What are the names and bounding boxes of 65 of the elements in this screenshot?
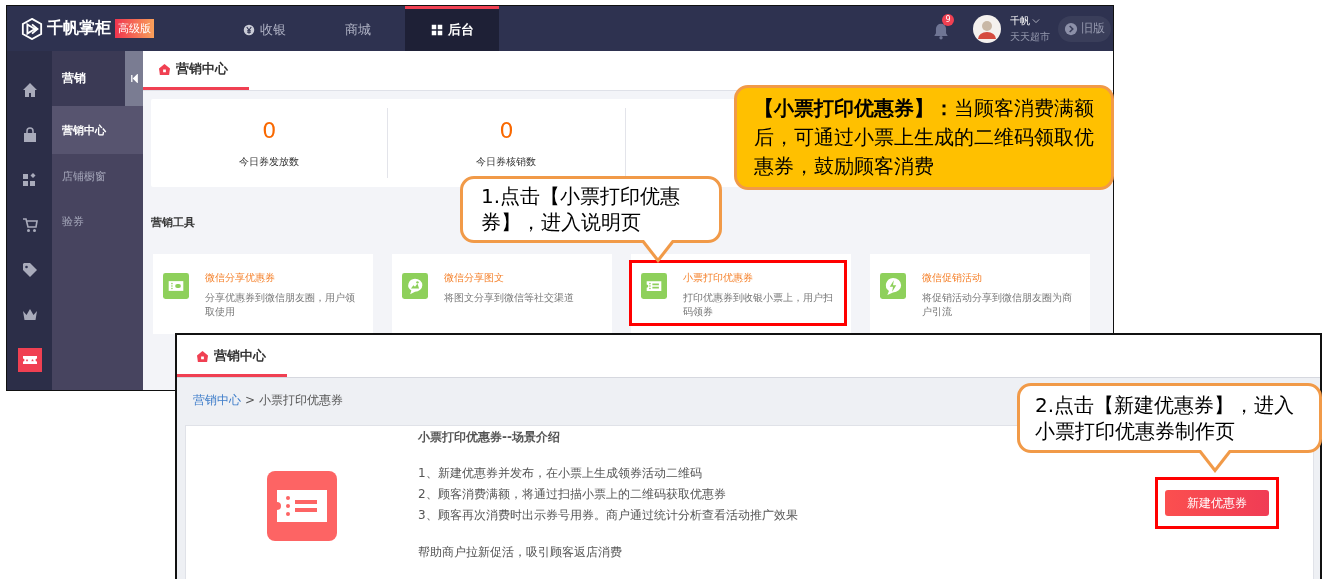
collapse-icon <box>129 74 139 83</box>
lightning-icon <box>880 273 906 299</box>
avatar-icon <box>972 13 1002 44</box>
notification-badge: 9 <box>942 13 954 26</box>
nav-tab[interactable]: 收银 <box>217 6 311 51</box>
grid-icon <box>430 24 443 36</box>
user-menu[interactable]: 千帆 <box>1010 13 1050 28</box>
tool-title: 微信促销活动 <box>922 271 983 285</box>
tool-title: 微信分享优惠券 <box>205 271 276 285</box>
tool-title: 小票打印优惠券 <box>683 271 754 285</box>
nav-tab[interactable]: 后台 <box>405 6 499 51</box>
tool-description: 分享优惠券到微信朋友圈，用户领取使用 <box>205 291 356 319</box>
chevron-circle-icon <box>1064 21 1078 36</box>
collapse-button[interactable] <box>125 51 143 106</box>
breadcrumb-link[interactable]: 营销中心 <box>193 391 241 409</box>
coupon-icon <box>163 273 189 299</box>
bag-icon <box>21 126 38 143</box>
intro-step: 2、顾客消费满额，将通过扫描小票上的二维码获取优惠券 <box>418 484 798 505</box>
stat-label: 今日券核销数 <box>476 154 537 169</box>
tool-card[interactable]: 微信分享优惠券 分享优惠券到微信朋友圈，用户领取使用 <box>153 254 373 334</box>
stat-value: 0 <box>262 117 277 143</box>
breadcrumb-separator: > <box>245 393 256 407</box>
section-heading: 营销工具 <box>151 215 195 230</box>
chat-bubble-icon <box>402 273 428 299</box>
intro-summary: 帮助商户拉新促活，吸引顾客返店消费 <box>418 544 622 561</box>
submenu-title: 营销 <box>62 70 86 87</box>
cart-icon <box>21 216 38 233</box>
submenu-item[interactable]: 验券 <box>52 199 143 244</box>
house-icon <box>159 63 170 75</box>
caret-icon <box>1032 17 1040 24</box>
app-name: 千帆掌柜 <box>47 18 111 39</box>
submenu-item[interactable]: 营销中心 <box>52 106 143 154</box>
page-tab[interactable]: 营销中心 <box>143 51 249 90</box>
tool-card[interactable]: 微信分享图文 将图文分享到微信等社交渠道 <box>392 254 612 334</box>
blocks-icon <box>21 171 38 188</box>
bell-icon <box>932 21 950 40</box>
stat-label: 今日券发放数 <box>239 154 300 169</box>
home-icon <box>21 81 38 98</box>
nav-tab[interactable]: 商城 <box>311 6 405 51</box>
tool-card[interactable]: 微信促销活动 将促销活动分享到微信朋友圈为商户引流 <box>870 254 1090 334</box>
yen-icon <box>242 24 255 36</box>
tool-title: 微信分享图文 <box>444 271 505 285</box>
intro-title: 小票打印优惠券--场景介绍 <box>418 429 560 446</box>
tool-description: 将图文分享到微信等社交渠道 <box>444 291 574 305</box>
ticket-icon <box>17 347 42 372</box>
intro-step: 1、新建优惠券并发布，在小票上生成领券活动二维码 <box>418 463 798 484</box>
new-coupon-button[interactable]: 新建优惠券 <box>1165 490 1269 516</box>
breadcrumb-current: 小票打印优惠券 <box>259 391 344 409</box>
ticket-icon <box>641 273 667 299</box>
stat-value: 0 <box>499 117 514 143</box>
tool-description: 打印优惠券到收银小票上，用户扫码领券 <box>683 291 834 319</box>
house-icon <box>197 350 208 362</box>
submenu-item[interactable]: 店铺橱窗 <box>52 154 143 199</box>
intro-step: 3、顾客再次消费时出示券号用券。商户通过统计分析查看活动推广效果 <box>418 505 798 526</box>
callout: 2.点击【新建优惠券】，进入小票打印优惠券制作页 <box>1017 383 1322 473</box>
store-name: 天天超市 <box>1010 29 1050 44</box>
ticket-icon <box>267 471 337 541</box>
hexagon-logo-icon <box>21 17 43 40</box>
tag-icon <box>21 261 38 278</box>
edition-badge: 高级版 <box>115 19 154 38</box>
tool-description: 将促销活动分享到微信朋友圈为商户引流 <box>922 291 1073 319</box>
callout: 【小票打印优惠券】：当顾客消费满额后，可通过小票上生成的二维码领取优惠券，鼓励顾客消费 <box>734 85 1114 190</box>
tool-card[interactable]: 小票打印优惠券 打印优惠券到收银小票上，用户扫码领券 <box>631 254 851 334</box>
old-version-button[interactable]: 旧版 <box>1058 15 1111 42</box>
page-tab[interactable]: 营销中心 <box>177 338 287 377</box>
